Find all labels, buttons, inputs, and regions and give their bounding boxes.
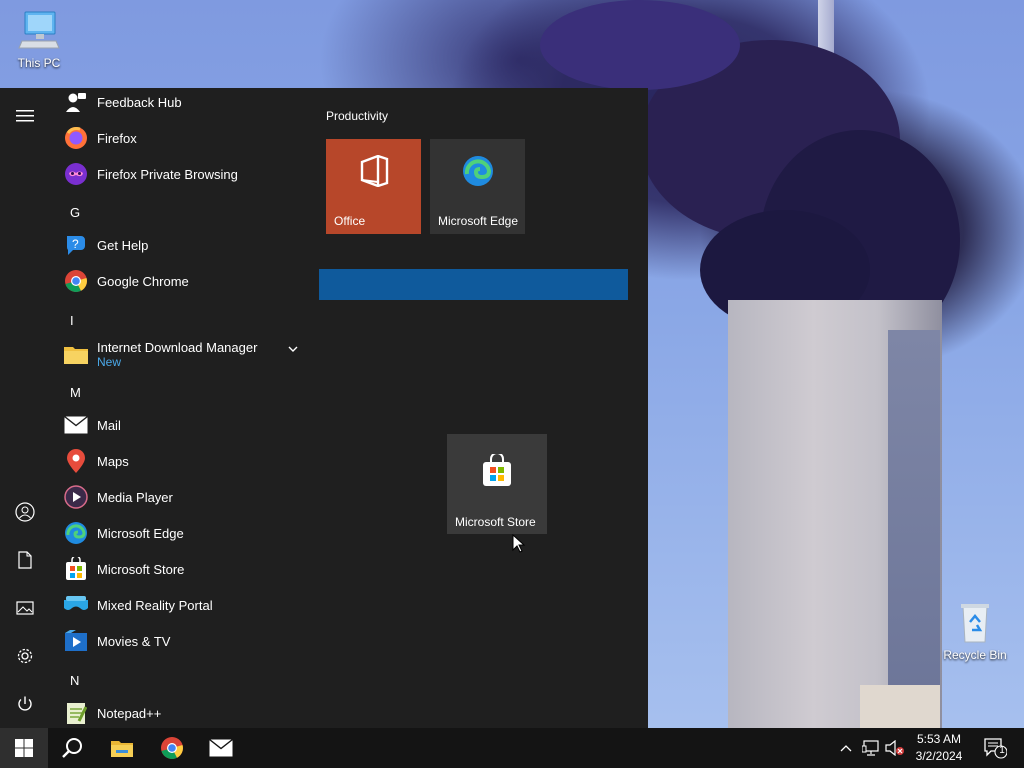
mouse-cursor-icon: [512, 534, 526, 553]
mixed-reality-icon: [63, 592, 89, 618]
folder-label: Internet Download Manager: [97, 339, 258, 355]
app-list-item[interactable]: Maps: [50, 443, 310, 479]
new-badge: New: [97, 354, 122, 369]
tile-label: Microsoft Store: [455, 515, 536, 529]
clock-time: 5:53 AM: [916, 732, 962, 746]
notification-count-badge: 1: [999, 745, 1005, 756]
app-list-item[interactable]: Mail: [50, 407, 310, 443]
action-center-button[interactable]: 1: [980, 728, 1010, 768]
taskbar-file-explorer[interactable]: [98, 728, 146, 768]
start-menu: Feedback Hub Firefox Firefox Private Bro…: [0, 88, 648, 728]
app-list: Feedback Hub Firefox Firefox Private Bro…: [50, 88, 310, 728]
tile-office[interactable]: Office: [326, 139, 421, 234]
document-icon: [18, 551, 32, 569]
search-button[interactable]: [48, 728, 96, 768]
start-left-rail: [0, 88, 50, 728]
get-help-icon: ?: [63, 232, 89, 258]
media-player-icon: [63, 484, 89, 510]
power-button[interactable]: [0, 682, 50, 726]
tile-label: Microsoft Edge: [438, 214, 519, 228]
desktop-icon-this-pc[interactable]: This PC: [3, 8, 75, 70]
file-explorer-icon: [111, 741, 133, 757]
network-icon: [862, 740, 879, 756]
account-button[interactable]: [0, 490, 50, 534]
chevron-up-icon: [840, 745, 852, 752]
taskbar-clock[interactable]: 5:53 AM 3/2/2024: [906, 731, 972, 765]
wallpaper-smoke: [540, 0, 740, 90]
app-list-folder[interactable]: Internet Download Manager New: [50, 333, 310, 375]
show-hidden-icons-button[interactable]: [836, 728, 856, 768]
group-letter-n[interactable]: N: [70, 673, 79, 688]
tile-label: Office: [334, 214, 366, 228]
chrome-icon: [63, 268, 89, 294]
chrome-icon: [161, 737, 183, 759]
taskbar-mail[interactable]: [197, 728, 245, 768]
app-list-item[interactable]: Firefox: [50, 120, 310, 156]
wallpaper-tower-base: [860, 685, 940, 730]
app-list-item[interactable]: Movies & TV: [50, 623, 310, 659]
office-icon: [360, 155, 388, 188]
wallpaper-tower-shadow: [888, 330, 940, 740]
user-icon: [15, 502, 35, 522]
maps-icon: [63, 448, 89, 474]
desktop-icon-recycle-bin[interactable]: Recycle Bin: [939, 600, 1011, 662]
store-icon: [63, 556, 89, 582]
app-list-item[interactable]: ? Get Help: [50, 227, 310, 263]
group-letter-m[interactable]: M: [70, 385, 81, 400]
desktop-icon-label: Recycle Bin: [943, 648, 1007, 662]
app-list-item[interactable]: Firefox Private Browsing: [50, 156, 310, 192]
app-list-item[interactable]: Feedback Hub: [50, 88, 310, 120]
feedback-hub-icon: [63, 89, 89, 115]
tile-microsoft-store-dragging[interactable]: Microsoft Store: [447, 434, 547, 534]
mail-icon: [63, 412, 89, 438]
edge-icon: [462, 156, 493, 187]
app-list-item[interactable]: Notepad++: [50, 695, 310, 728]
edge-icon: [63, 520, 89, 546]
tile-drop-target-highlight: [319, 269, 628, 300]
recycle-bin-icon: [953, 600, 997, 644]
computer-icon: [17, 8, 61, 52]
hamburger-icon: [16, 110, 34, 122]
firefox-icon: [63, 125, 89, 151]
app-list-item[interactable]: Microsoft Edge: [50, 515, 310, 551]
search-icon: [62, 738, 82, 758]
tiles-area: Productivity Office Microsoft Edge Micro…: [310, 88, 648, 728]
app-list-item[interactable]: Microsoft Store: [50, 551, 310, 587]
gear-icon: [17, 648, 33, 664]
mail-icon: [209, 739, 233, 757]
settings-button[interactable]: [0, 634, 50, 678]
svg-text:?: ?: [72, 237, 79, 251]
volume-tray-button[interactable]: [884, 728, 906, 768]
group-letter-i[interactable]: I: [70, 313, 74, 328]
app-list-item[interactable]: Mixed Reality Portal: [50, 587, 310, 623]
tile-group-title[interactable]: Productivity: [326, 109, 388, 123]
app-list-item[interactable]: Media Player: [50, 479, 310, 515]
power-icon: [18, 696, 32, 711]
windows-logo-icon: [15, 739, 33, 757]
volume-muted-icon: [885, 740, 904, 756]
clock-date: 3/2/2024: [915, 749, 963, 763]
network-tray-button[interactable]: [860, 728, 882, 768]
desktop-icon-label: This PC: [17, 56, 61, 70]
tile-microsoft-edge[interactable]: Microsoft Edge: [430, 139, 525, 234]
taskbar-google-chrome[interactable]: [148, 728, 196, 768]
pictures-icon: [16, 601, 34, 615]
taskbar: 5:53 AM 3/2/2024 1: [0, 728, 1024, 768]
firefox-private-icon: [63, 161, 89, 187]
documents-button[interactable]: [0, 538, 50, 582]
group-letter-g[interactable]: G: [70, 205, 80, 220]
start-button[interactable]: [0, 728, 48, 768]
chevron-down-icon[interactable]: [286, 342, 300, 356]
store-icon: [483, 454, 511, 486]
folder-icon: [63, 341, 89, 367]
hamburger-menu-button[interactable]: [0, 94, 50, 138]
movies-tv-icon: [63, 628, 89, 654]
app-list-item[interactable]: Google Chrome: [50, 263, 310, 299]
notepadpp-icon: [63, 700, 89, 726]
pictures-button[interactable]: [0, 586, 50, 630]
